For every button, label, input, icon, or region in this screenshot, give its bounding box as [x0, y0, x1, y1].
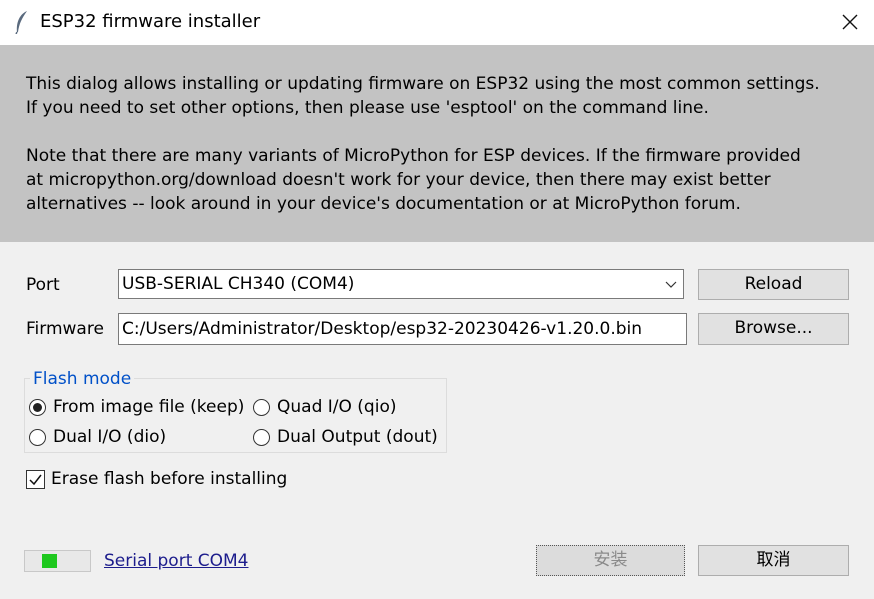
info-text-line: alternatives -- look around in your devi… [26, 194, 741, 214]
reload-button[interactable]: Reload [698, 269, 849, 300]
radio-dio-label[interactable]: Dual I/O (dio) [53, 425, 166, 449]
radio-keep[interactable] [29, 399, 46, 416]
radio-qio[interactable] [253, 399, 270, 416]
firmware-label: Firmware [26, 319, 104, 339]
browse-button[interactable]: Browse... [698, 313, 849, 345]
cancel-button[interactable]: 取消 [698, 545, 849, 576]
erase-flash-label[interactable]: Erase flash before installing [51, 467, 287, 491]
feather-icon [15, 11, 27, 34]
title-bar: ESP32 firmware installer [0, 0, 874, 45]
info-text-line: If you need to set other options, then p… [26, 98, 709, 118]
connection-status-indicator [24, 550, 91, 572]
chevron-down-icon[interactable] [665, 279, 677, 291]
info-text-line: Note that there are many variants of Mic… [26, 146, 801, 166]
info-text-line: This dialog allows installing or updatin… [26, 74, 820, 94]
serial-port-link[interactable]: Serial port COM4 [104, 549, 249, 573]
window-title: ESP32 firmware installer [40, 11, 261, 32]
port-select-value: USB-SERIAL CH340 (COM4) [122, 274, 355, 294]
radio-qio-label[interactable]: Quad I/O (qio) [277, 395, 396, 419]
firmware-path-value: C:/Users/Administrator/Desktop/esp32-202… [122, 319, 643, 339]
radio-dout[interactable] [253, 429, 270, 446]
firmware-path-field[interactable]: C:/Users/Administrator/Desktop/esp32-202… [118, 313, 687, 345]
checkmark-icon [29, 474, 42, 486]
close-icon[interactable] [838, 10, 862, 34]
status-led-icon [42, 554, 57, 568]
port-select[interactable]: USB-SERIAL CH340 (COM4) [118, 269, 684, 299]
radio-dout-label[interactable]: Dual Output (dout) [277, 425, 438, 449]
info-text-line: at micropython.org/download doesn't work… [26, 170, 771, 190]
erase-flash-checkbox[interactable] [26, 470, 45, 489]
info-panel: This dialog allows installing or updatin… [0, 45, 874, 242]
flash-mode-title: Flash mode [30, 367, 135, 391]
install-button[interactable]: 安装 [536, 545, 685, 576]
radio-dio[interactable] [29, 429, 46, 446]
port-label: Port [26, 275, 60, 295]
radio-keep-label[interactable]: From image file (keep) [53, 395, 244, 419]
